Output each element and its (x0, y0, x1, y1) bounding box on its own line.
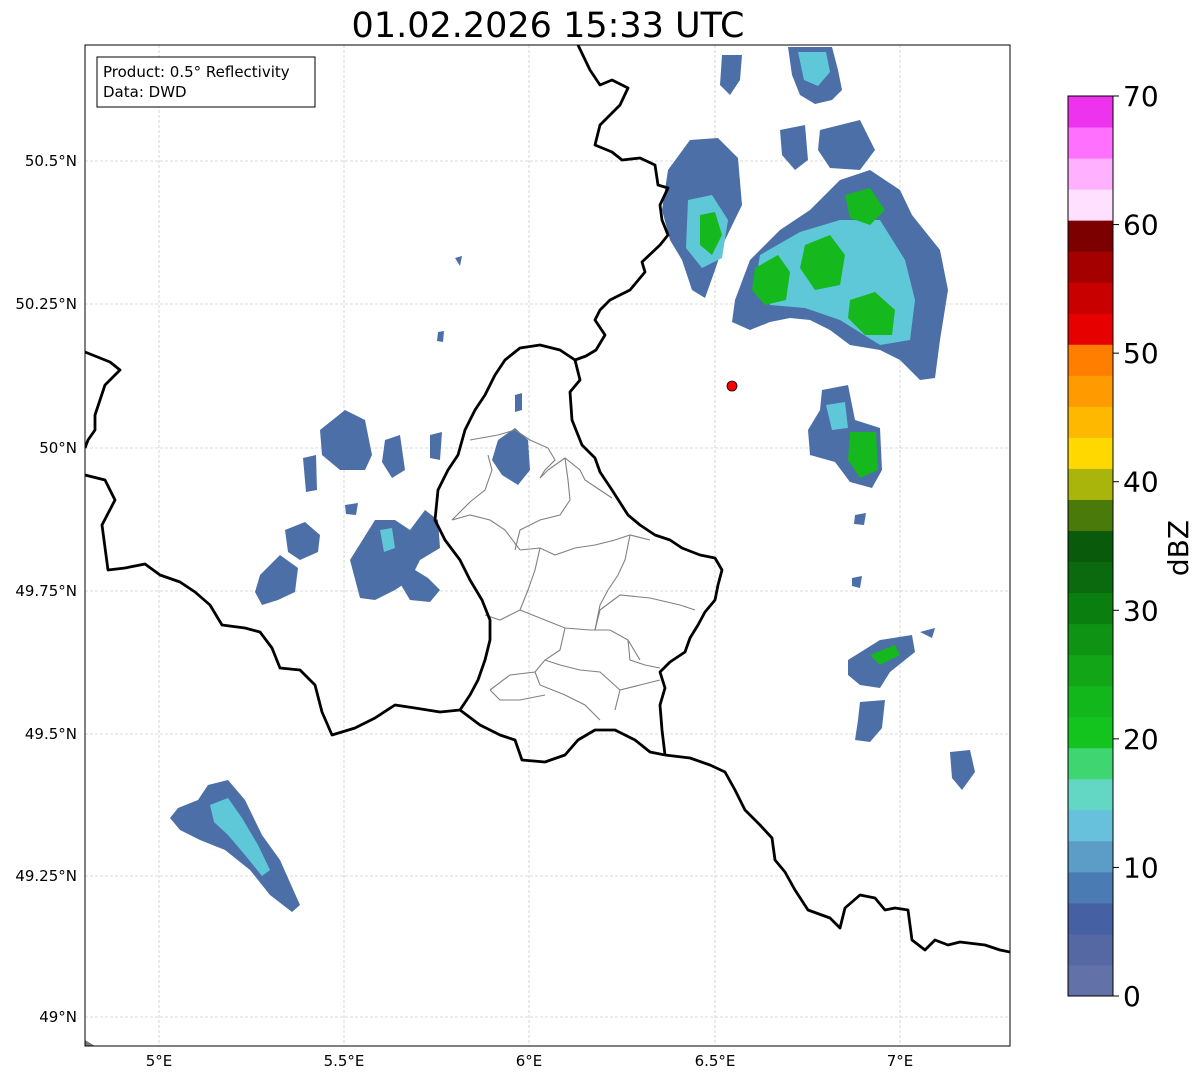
colorbar-segment (1068, 530, 1113, 563)
lat-tick-label: 49°N (39, 1008, 77, 1026)
lat-tick-label: 50.25°N (15, 295, 77, 313)
colorbar-segment (1068, 902, 1113, 935)
colorbar-segment (1068, 592, 1113, 625)
colorbar-segment (1068, 282, 1113, 314)
colorbar-segment (1068, 840, 1113, 873)
colorbar-segment (1068, 778, 1113, 811)
colorbar-tick-label: 30 (1123, 594, 1159, 627)
colorbar-segment (1068, 747, 1113, 780)
lat-tick-labels: 50.5°N 50.25°N 50°N 49.75°N 49.5°N 49.25… (15, 152, 77, 1026)
colorbar-segment (1068, 189, 1113, 221)
colorbar-segment (1068, 251, 1113, 283)
lon-tick-labels: 5°E 5.5°E 6°E 6.5°E 7°E (146, 1052, 914, 1070)
colorbar-ticks: 0 10 20 30 40 50 60 70 (1113, 80, 1159, 1013)
colorbar-segment (1068, 127, 1113, 159)
colorbar-tick-label: 60 (1123, 209, 1159, 242)
colorbar-tick-label: 0 (1123, 980, 1141, 1013)
colorbar-segment (1068, 220, 1113, 252)
lat-tick-label: 50.5°N (25, 152, 77, 170)
colorbar-segment (1068, 437, 1113, 469)
colorbar-segment (1068, 933, 1113, 966)
lon-tick-label: 7°E (887, 1052, 914, 1070)
lat-tick-label: 50°N (39, 439, 77, 457)
lon-tick-label: 5°E (146, 1052, 173, 1070)
colorbar-segment (1068, 499, 1113, 531)
echo-lux-dot2 (437, 331, 444, 342)
figure-title: 01.02.2026 15:33 UTC (352, 6, 745, 46)
colorbar-segment (1068, 809, 1113, 842)
colorbar-tick-label: 50 (1123, 337, 1159, 370)
echo-bel-9 (345, 503, 358, 515)
colorbar: 0 10 20 30 40 50 60 70 dBZ (1067, 80, 1195, 1013)
info-data-source: Data: DWD (103, 83, 187, 101)
colorbar-tick-label: 20 (1123, 723, 1159, 756)
colorbar-segment (1068, 375, 1113, 407)
lon-tick-label: 6.5°E (695, 1052, 736, 1070)
colorbar-segment (1068, 158, 1113, 190)
colorbar-unit-label: dBZ (1162, 520, 1195, 576)
colorbar-segment (1068, 406, 1113, 438)
info-box: Product: 0.5° Reflectivity Data: DWD (96, 56, 316, 108)
map-panel: Product: 0.5° Reflectivity Data: DWD (84, 44, 1011, 1047)
lat-tick-label: 49.25°N (15, 867, 77, 885)
lon-tick-label: 5.5°E (324, 1052, 365, 1070)
lat-tick-label: 49.75°N (15, 582, 77, 600)
colorbar-segment (1068, 685, 1113, 718)
info-product: Product: 0.5° Reflectivity (103, 63, 290, 81)
lat-tick-label: 49.5°N (25, 725, 77, 743)
colorbar-segment (1068, 313, 1113, 345)
colorbar-tick-label: 70 (1123, 80, 1159, 113)
colorbar-segment (1068, 716, 1113, 749)
colorbar-segment (1068, 654, 1113, 687)
colorbar-segment (1068, 964, 1113, 997)
echo-lux-mid (515, 393, 522, 412)
lon-tick-label: 6°E (516, 1052, 543, 1070)
colorbar-segment (1068, 871, 1113, 904)
colorbar-segment (1068, 468, 1113, 500)
colorbar-tick-label: 40 (1123, 466, 1159, 499)
radar-map-figure: 01.02.2026 15:33 UTC Product: 0.5° Refle… (15, 6, 1195, 1070)
radar-site-marker (726, 380, 738, 392)
colorbar-segments (1068, 96, 1113, 997)
colorbar-segment (1068, 623, 1113, 656)
colorbar-segment (1068, 344, 1113, 376)
colorbar-tick-label: 10 (1123, 851, 1159, 884)
colorbar-segment (1068, 96, 1113, 128)
echo-bel-3 (430, 432, 442, 460)
colorbar-segment (1068, 561, 1113, 594)
